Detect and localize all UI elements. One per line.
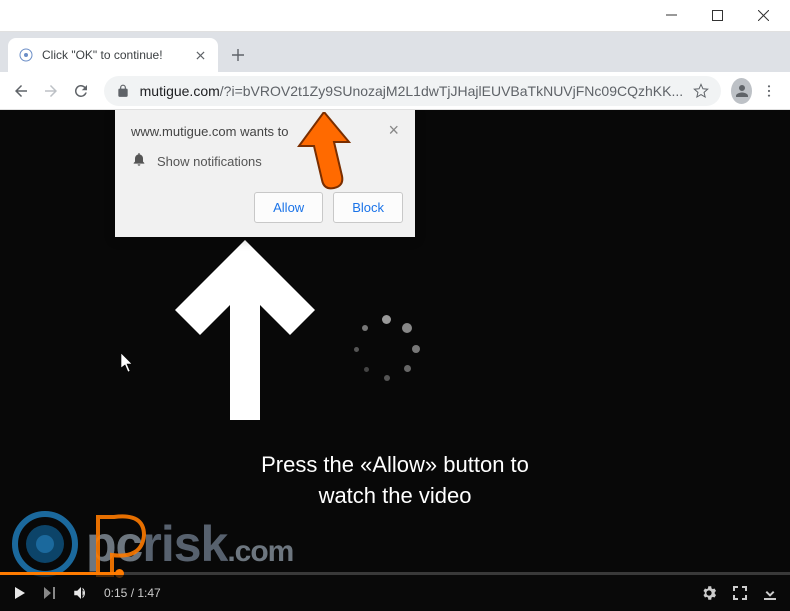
back-button[interactable] <box>8 75 34 107</box>
browser-menu-icon[interactable] <box>756 75 782 107</box>
watermark-p-orange-icon <box>90 507 160 577</box>
up-arrow-icon <box>175 240 315 425</box>
download-button[interactable] <box>762 585 778 601</box>
settings-button[interactable] <box>700 584 718 602</box>
window-maximize-button[interactable] <box>694 1 740 31</box>
tab-favicon-icon <box>18 47 34 63</box>
instruction-line-1: Press the «Allow» button to <box>0 450 790 481</box>
url-text: mutigue.com/?i=bVROV2t1Zy9SUnozajM2L1dwT… <box>140 83 684 99</box>
instruction-text: Press the «Allow» button to watch the vi… <box>0 450 790 512</box>
loading-spinner-icon <box>352 315 422 385</box>
profile-avatar-icon[interactable] <box>731 78 752 104</box>
orange-pointer-arrow-icon <box>294 112 354 195</box>
volume-button[interactable] <box>72 584 90 602</box>
notification-allow-button[interactable]: Allow <box>254 192 323 223</box>
next-button[interactable] <box>42 585 58 601</box>
bookmark-star-icon[interactable] <box>693 83 709 99</box>
notification-body-text: Show notifications <box>157 154 262 169</box>
notification-block-button[interactable]: Block <box>333 192 403 223</box>
window-close-button[interactable] <box>740 1 786 31</box>
lock-icon <box>116 84 130 98</box>
video-time: 0:15 / 1:47 <box>104 586 161 600</box>
notification-origin-text: www.mutigue.com wants to <box>131 124 289 139</box>
notification-permission-prompt: www.mutigue.com wants to × Show notifica… <box>115 110 415 237</box>
tab-strip: Click "OK" to continue! <box>0 32 790 72</box>
browser-tab[interactable]: Click "OK" to continue! <box>8 38 218 72</box>
url-domain: mutigue.com <box>140 83 220 99</box>
address-bar[interactable]: mutigue.com/?i=bVROV2t1Zy9SUnozajM2L1dwT… <box>104 76 722 106</box>
bell-icon <box>131 151 147 172</box>
tab-close-icon[interactable] <box>192 47 208 63</box>
watermark-dotcom: .com <box>227 535 293 569</box>
video-current-time: 0:15 <box>104 586 127 600</box>
watermark-logo-icon <box>12 511 78 577</box>
forward-button[interactable] <box>38 75 64 107</box>
video-controls: 0:15 / 1:47 <box>0 575 790 611</box>
mouse-cursor-icon <box>121 353 135 378</box>
notification-close-icon[interactable]: × <box>388 124 399 139</box>
new-tab-button[interactable] <box>224 41 252 69</box>
window-minimize-button[interactable] <box>648 1 694 31</box>
window-titlebar <box>0 0 790 32</box>
play-button[interactable] <box>12 585 28 601</box>
url-path: /?i=bVROV2t1Zy9SUnozajM2L1dwTjJHajlEUVBa… <box>220 83 683 99</box>
fullscreen-button[interactable] <box>732 585 748 601</box>
video-total-time: 1:47 <box>137 586 160 600</box>
tab-title: Click "OK" to continue! <box>42 48 184 62</box>
page-viewport: www.mutigue.com wants to × Show notifica… <box>0 110 790 611</box>
reload-button[interactable] <box>68 75 94 107</box>
browser-toolbar: mutigue.com/?i=bVROV2t1Zy9SUnozajM2L1dwT… <box>0 72 790 110</box>
